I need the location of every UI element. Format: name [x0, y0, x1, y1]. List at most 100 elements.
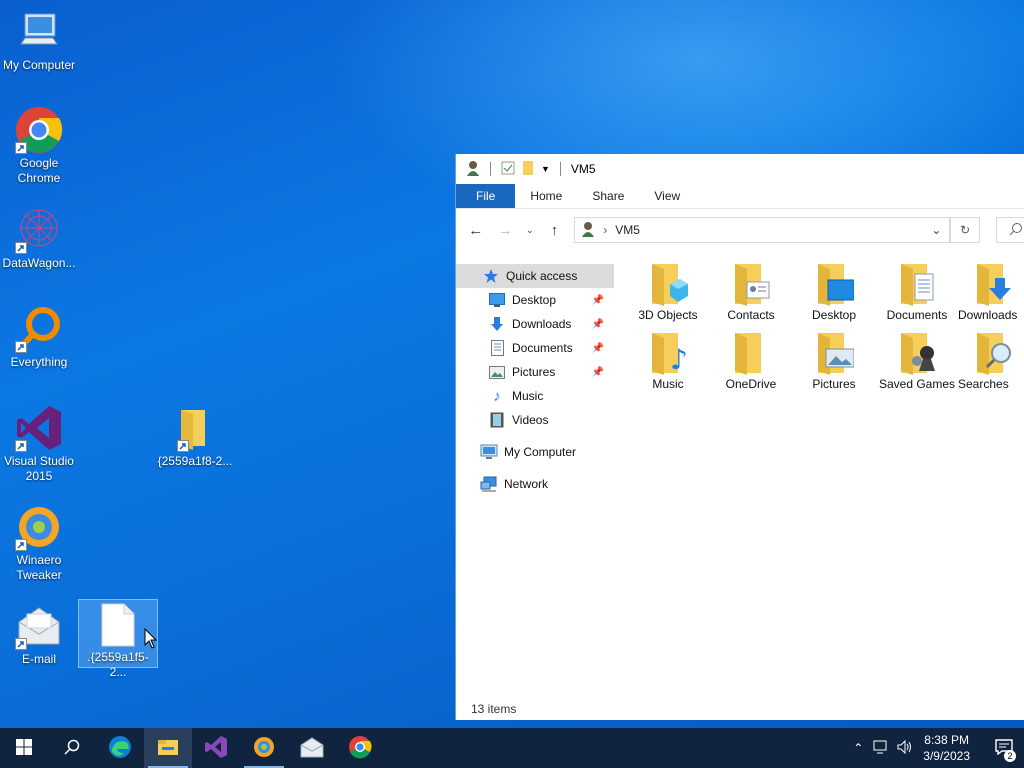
taskbar-search-button[interactable] — [48, 728, 96, 768]
breadcrumb-chevron-icon[interactable]: › — [603, 223, 607, 237]
pin-icon: 📌 — [591, 318, 604, 330]
onedrive-folder-icon — [731, 331, 771, 375]
title-bar[interactable]: ▼ VM5 — [456, 154, 1024, 184]
recent-locations-chevron-icon[interactable]: ⌄ — [525, 225, 535, 236]
properties-icon[interactable] — [501, 161, 515, 178]
datawagon-icon — [15, 206, 63, 254]
computer-icon — [15, 8, 63, 56]
new-folder-icon[interactable] — [521, 160, 535, 179]
visual-studio-icon — [204, 735, 228, 762]
tab-view[interactable]: View — [639, 184, 695, 208]
folder-music[interactable]: ♪ Music — [626, 331, 710, 392]
volume-icon[interactable] — [897, 739, 913, 757]
desktop-icon-google-chrome[interactable]: Google Chrome — [0, 106, 78, 186]
folder-pictures[interactable]: Pictures — [792, 331, 876, 392]
desktop-icon-my-computer[interactable]: My Computer — [0, 8, 78, 73]
3d-objects-folder-icon — [648, 262, 688, 306]
folder-contacts[interactable]: Contacts — [709, 262, 793, 323]
network-icon — [480, 475, 498, 493]
desktop-icon — [488, 291, 506, 309]
taskbar-winaero-tweaker[interactable] — [240, 728, 288, 768]
folder-documents[interactable]: Documents — [875, 262, 959, 323]
email-envelope-icon — [15, 602, 63, 650]
nav-desktop[interactable]: Desktop 📌 — [456, 288, 614, 312]
nav-quick-access[interactable]: Quick access — [456, 264, 614, 288]
chevron-up-icon[interactable]: ⌃ — [853, 741, 863, 755]
file-explorer-icon — [157, 738, 179, 759]
nav-label: Desktop — [512, 293, 557, 307]
winaero-tweaker-icon — [15, 503, 63, 551]
searches-folder-icon — [973, 331, 1013, 375]
folder-downloads[interactable]: Downloads — [958, 262, 1024, 323]
folder-label: Searches — [958, 377, 1009, 391]
desktop-icon-label: My Computer — [2, 58, 76, 72]
desktop-icon-email[interactable]: E-mail — [0, 602, 78, 667]
desktop-icon-winaero-tweaker[interactable]: Winaero Tweaker — [0, 503, 78, 583]
tab-home[interactable]: Home — [515, 184, 577, 208]
nav-label: My Computer — [504, 445, 577, 459]
shortcut-arrow-icon — [177, 440, 189, 452]
nav-label: Quick access — [506, 269, 578, 283]
address-dropdown-icon[interactable]: ⌄ — [931, 223, 941, 237]
folder-icon — [171, 404, 219, 452]
nav-my-computer[interactable]: My Computer — [456, 440, 614, 464]
saved-games-folder-icon — [897, 331, 937, 375]
contacts-folder-icon — [731, 262, 771, 306]
music-folder-icon: ♪ — [648, 331, 688, 376]
up-arrow-icon[interactable]: ↑ — [545, 222, 564, 239]
search-icon — [1009, 222, 1024, 239]
forward-arrow-icon[interactable]: → — [495, 222, 514, 239]
video-film-icon — [488, 411, 506, 429]
nav-music[interactable]: ♪ Music — [456, 384, 614, 408]
search-box[interactable] — [995, 217, 1024, 243]
desktop-icon-label: Winaero Tweaker — [16, 553, 62, 582]
navigation-pane: Quick access Desktop 📌 Downloads 📌 Docum… — [456, 264, 614, 496]
folder-saved-games[interactable]: Saved Games — [875, 331, 959, 392]
notification-count-badge: 2 — [1004, 750, 1016, 762]
folder-3d-objects[interactable]: 3D Objects — [626, 262, 710, 323]
shortcut-arrow-icon — [15, 638, 27, 650]
address-bar[interactable]: › VM5 ⌄ — [574, 217, 951, 243]
desktop-icon-datawagon[interactable]: DataWagon... — [0, 206, 78, 271]
clock-date: 3/9/2023 — [923, 749, 970, 763]
nav-downloads[interactable]: Downloads 📌 — [456, 312, 614, 336]
taskbar-edge[interactable] — [96, 728, 144, 768]
network-status-icon[interactable] — [873, 740, 889, 757]
chrome-icon — [15, 106, 63, 154]
desktop-icon-everything[interactable]: Everything — [0, 305, 78, 370]
tab-file[interactable]: File — [456, 184, 516, 208]
clock[interactable]: 8:38 PM 3/9/2023 — [923, 732, 970, 764]
taskbar-file-explorer[interactable] — [144, 728, 192, 768]
desktop-icon-folder-shortcut[interactable]: {2559a1f8-2... — [156, 404, 234, 469]
desktop-icon-label: Everything — [10, 355, 68, 369]
shortcut-arrow-icon — [15, 242, 27, 254]
desktop-icon-visual-studio[interactable]: Visual Studio 2015 — [0, 404, 78, 484]
taskbar-visual-studio[interactable] — [192, 728, 240, 768]
notification-center-button[interactable]: 2 — [984, 728, 1024, 768]
folder-desktop[interactable]: Desktop — [792, 262, 876, 323]
nav-network[interactable]: Network — [456, 472, 614, 496]
taskbar-chrome[interactable] — [336, 728, 384, 768]
mouse-cursor-icon — [144, 627, 158, 653]
desktop-icon-label: Google Chrome — [17, 156, 61, 185]
svg-text:♪: ♪ — [670, 343, 688, 375]
search-icon — [64, 739, 80, 758]
user-folder-icon — [581, 221, 595, 240]
nav-pictures[interactable]: Pictures 📌 — [456, 360, 614, 384]
folder-searches[interactable]: Searches — [958, 331, 1024, 392]
start-button[interactable] — [0, 728, 48, 768]
nav-documents[interactable]: Documents 📌 — [456, 336, 614, 360]
music-note-icon: ♪ — [493, 387, 501, 405]
pictures-folder-icon — [814, 331, 855, 375]
nav-videos[interactable]: Videos — [456, 408, 614, 432]
computer-icon — [480, 443, 498, 461]
back-arrow-icon[interactable]: ← — [466, 222, 485, 239]
pin-icon: 📌 — [591, 294, 604, 306]
folder-onedrive[interactable]: OneDrive — [709, 331, 793, 392]
tab-share[interactable]: Share — [577, 184, 639, 208]
file-explorer-window[interactable]: ▼ VM5 File Home Share View ← → ⌄ ↑ › VM5… — [455, 154, 1024, 720]
chevron-down-icon[interactable]: ▼ — [541, 164, 550, 174]
taskbar-email[interactable] — [288, 728, 336, 768]
winaero-tweaker-icon — [252, 735, 276, 762]
refresh-button[interactable]: ↻ — [950, 217, 980, 243]
